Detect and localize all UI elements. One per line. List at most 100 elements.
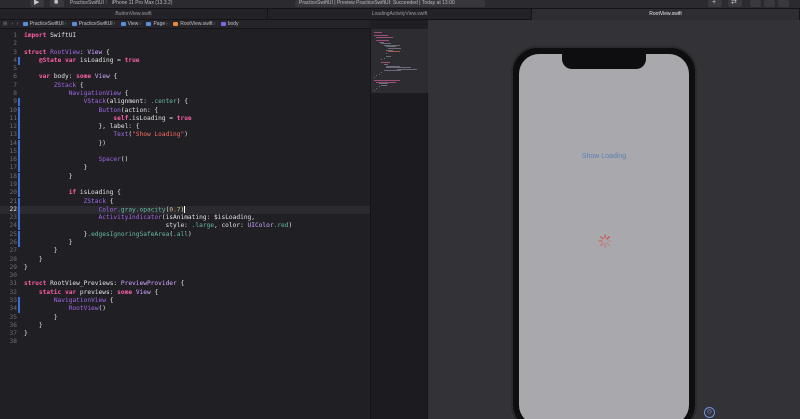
code-line[interactable]: 12 }, label: { (0, 123, 370, 132)
scheme-device: iPhone 11 Pro Max (13.3.2) (111, 0, 173, 6)
code-line[interactable]: 20 if isLoading { (0, 189, 370, 198)
code-line[interactable]: 7 ZStack { (0, 82, 370, 90)
code-line[interactable]: 24 style: .large, color: UIColor.red) (0, 222, 370, 231)
code-line[interactable]: 11 self.isLoading = true (0, 114, 370, 123)
stop-button[interactable]: ■ (50, 0, 64, 7)
change-marker (18, 296, 20, 305)
code-text: @State var isLoading = true (38, 56, 140, 64)
code-line[interactable]: 35 } (0, 314, 370, 322)
code-text: ZStack { (83, 197, 114, 205)
debug-toggle[interactable] (764, 0, 775, 7)
code-line[interactable]: 26 } (0, 239, 370, 247)
back-icon[interactable]: ‹ (12, 21, 14, 27)
forward-icon[interactable]: › (17, 21, 19, 27)
line-number: 38 (9, 338, 17, 346)
code-text: Text("Show Loading") (113, 131, 188, 139)
source-editor[interactable]: 1 import SwiftUI 2 3 struct RootView: View {… (0, 29, 370, 419)
minimap-line (381, 84, 388, 86)
code-line[interactable]: 16 Spacer() (0, 156, 370, 165)
code-text: if isLoading { (68, 189, 121, 197)
folder-icon (146, 21, 152, 26)
jump-item[interactable]: RootView.swift (180, 21, 212, 27)
code-line[interactable]: 27 } (0, 247, 370, 255)
review-button[interactable]: ⇄ (728, 0, 742, 7)
show-loading-button[interactable]: Show Loading (519, 153, 689, 160)
code-line[interactable]: 37} (0, 330, 370, 338)
line-number: 9 (13, 98, 17, 106)
change-marker (18, 172, 20, 181)
minimap[interactable] (370, 29, 428, 419)
code-line[interactable]: 13 Text("Show Loading") (0, 131, 370, 140)
code-line[interactable]: 5 (0, 65, 370, 73)
folder-icon (22, 21, 28, 26)
minimap-line (378, 86, 380, 88)
code-line[interactable]: 29} (0, 264, 370, 272)
code-line[interactable]: 14 }) (0, 139, 370, 148)
code-line[interactable]: 3 struct RootView: View { (0, 49, 370, 57)
scheme-app: PracticeSwiftUI (70, 0, 104, 6)
toolbar: ▶ ■ PracticeSwiftUI 〉 iPhone 11 Pro Max … (0, 0, 800, 9)
code-line[interactable]: 23 ActivityIndicator(isAnimating: $isLoa… (0, 214, 370, 223)
code-line[interactable]: 28 } (0, 256, 370, 264)
minimap-line (381, 72, 382, 73)
code-line[interactable]: 31 struct RootView_Previews: PreviewProvi… (0, 280, 370, 288)
code-text: }) (24, 139, 106, 147)
navigator-toggle[interactable] (750, 0, 761, 7)
tab-loading-activity-view[interactable]: LoadingActivityView.swift (268, 9, 532, 20)
run-button[interactable]: ▶ (30, 0, 44, 7)
code-line[interactable]: 15 (0, 147, 370, 156)
code-line[interactable]: 32 static var previews: some View { (0, 289, 370, 297)
code-line[interactable]: 10 Button(action: { (0, 106, 370, 115)
tab-root-view[interactable]: RootView.swift (532, 9, 800, 20)
code-line[interactable]: 21 ZStack { (0, 197, 370, 206)
code-line[interactable]: 22 Color.gray.opacity(0.7) (0, 205, 370, 214)
code-text: } (24, 164, 88, 172)
library-button[interactable]: + (708, 0, 722, 7)
stop-icon: ■ (54, 0, 59, 6)
code-text: static var previews: some View { (38, 288, 159, 296)
code-text: } (24, 321, 43, 329)
change-marker (18, 189, 20, 198)
preview-scope-icon[interactable]: ◎ (704, 407, 715, 418)
inspector-toggle[interactable] (778, 0, 789, 7)
code-line[interactable]: 1 import SwiftUI (0, 32, 370, 40)
code-line[interactable]: 36 } (0, 322, 370, 330)
device-frame: Show Loading (511, 46, 697, 419)
code-text: } (24, 255, 43, 263)
code-text: ActivityIndicator(isAnimating: $isLoadin… (98, 214, 255, 222)
code-line[interactable]: 25 }.edgesIgnoringSafeArea(.all) (0, 230, 370, 239)
code-line[interactable]: 4 @State var isLoading = true (0, 56, 370, 65)
code-text: } (24, 247, 58, 255)
code-line[interactable]: 33 NavigationView { (0, 296, 370, 305)
jump-item[interactable]: PracticeSwiftUI (79, 21, 113, 27)
code-line[interactable]: 8 NavigationView { (0, 90, 370, 98)
line-number: 16 (9, 156, 17, 164)
code-text: struct RootView: View { (24, 48, 110, 56)
minimap-line (378, 73, 380, 75)
jump-item[interactable]: Page (153, 21, 165, 27)
line-number: 12 (9, 123, 17, 131)
code-text: } (24, 330, 28, 338)
change-marker (18, 181, 20, 190)
code-line[interactable]: 18 } (0, 172, 370, 181)
code-line[interactable]: 2 (0, 40, 370, 48)
code-line[interactable]: 9 VStack(alignment: .center) { (0, 98, 370, 107)
device-screen: Show Loading (519, 54, 689, 419)
jump-item[interactable]: body (228, 21, 239, 27)
tab-bar: ButtonView.swift LoadingActivityView.swi… (0, 9, 800, 20)
code-line[interactable]: 38 (0, 338, 370, 346)
line-number: 34 (9, 305, 17, 313)
code-line[interactable]: 34 RootView() (0, 305, 370, 314)
line-number: 8 (13, 89, 17, 97)
code-line[interactable]: 30 (0, 272, 370, 280)
activity-indicator (598, 234, 612, 248)
line-number: 27 (9, 247, 17, 255)
code-line[interactable]: 6 var body: some View { (0, 73, 370, 81)
grid-icon[interactable]: ⊞ (3, 21, 7, 27)
jump-item[interactable]: View (128, 21, 139, 27)
scheme-selector[interactable]: PracticeSwiftUI 〉 iPhone 11 Pro Max (13.… (70, 0, 172, 7)
jump-item[interactable]: PracticeSwiftUI (30, 21, 64, 27)
code-line[interactable]: 19 (0, 181, 370, 190)
tab-button-view[interactable]: ButtonView.swift (0, 9, 268, 20)
code-line[interactable]: 17 } (0, 164, 370, 173)
